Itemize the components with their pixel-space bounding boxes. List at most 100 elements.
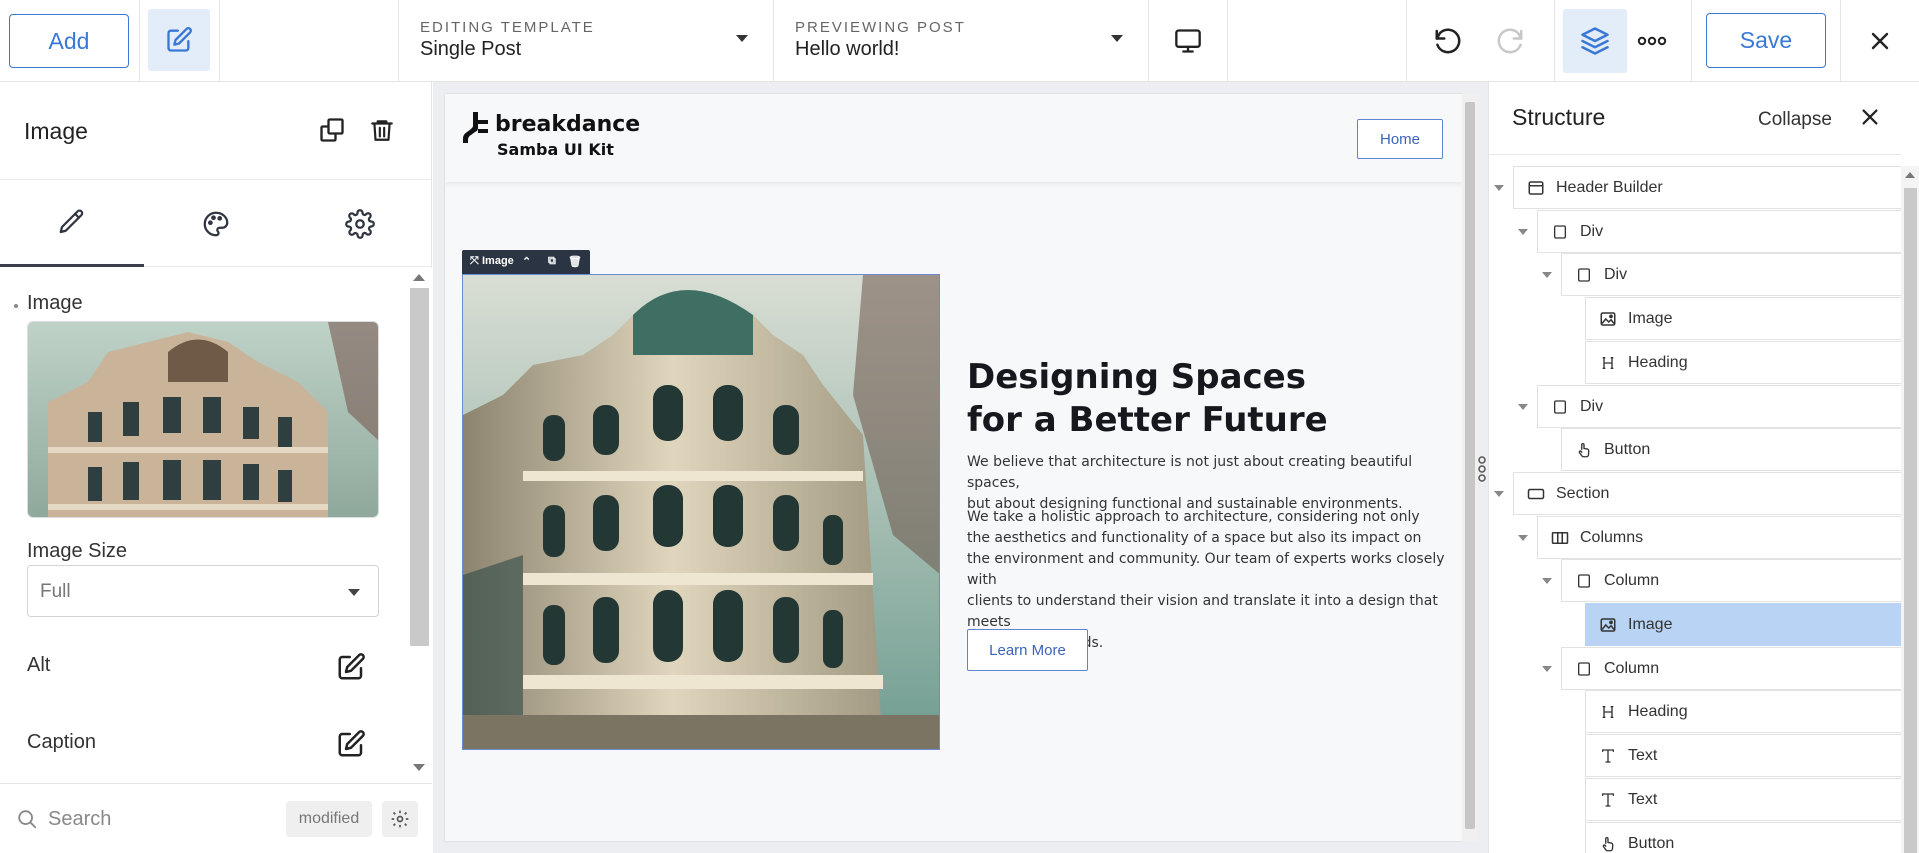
image-preview[interactable] (27, 321, 379, 518)
scroll-down-arrow[interactable] (413, 764, 425, 771)
scroll-up-arrow[interactable] (413, 274, 425, 281)
learn-more-button[interactable]: Learn More (967, 629, 1088, 671)
text-line: the environment and community. Our team … (967, 551, 1445, 588)
structure-node[interactable]: Heading (1585, 341, 1901, 384)
structure-node[interactable]: Div (1537, 385, 1901, 428)
expand-toggle[interactable] (1542, 578, 1552, 584)
structure-node[interactable]: Image (1585, 603, 1901, 646)
collapse-button[interactable]: Collapse (1758, 109, 1832, 131)
alt-edit-button[interactable] (336, 652, 366, 682)
element-toolbar-label: Image (482, 255, 514, 267)
expand-toggle[interactable] (1494, 185, 1504, 191)
drag-handle-icon (1478, 456, 1486, 482)
expand-toggle[interactable] (1518, 404, 1528, 410)
search-settings-button[interactable] (382, 801, 418, 837)
expand-toggle[interactable] (1542, 272, 1552, 278)
structure-node[interactable]: Text (1585, 734, 1901, 777)
previewing-post-label: PREVIEWING POST (795, 19, 966, 36)
edit-icon (338, 730, 365, 757)
more-options-button[interactable] (1626, 15, 1678, 67)
structure-node[interactable]: Button (1585, 822, 1901, 853)
edit-mode-button[interactable] (148, 9, 210, 71)
properties-tabs (0, 180, 432, 267)
trash-icon[interactable]: 🗑 (568, 255, 582, 268)
image-size-select[interactable]: Full (27, 565, 379, 617)
desktop-preview-button[interactable] (1162, 15, 1214, 67)
building-thumbnail (28, 322, 378, 517)
caption-edit-button[interactable] (336, 729, 366, 759)
close-editor-button[interactable] (1854, 15, 1906, 67)
structure-node-label: Header Builder (1556, 179, 1663, 196)
page-preview: breakdance Samba UI Kit Home ⤧ Image ⌃ ⧉… (445, 94, 1462, 841)
structure-node[interactable]: Column (1561, 647, 1901, 690)
site-header[interactable]: breakdance Samba UI Kit Home (445, 94, 1462, 182)
structure-toggle-button[interactable] (1563, 9, 1627, 73)
close-structure-button[interactable] (1859, 106, 1881, 133)
pencil-icon (59, 209, 84, 234)
alt-label: Alt (27, 654, 51, 676)
expand-toggle[interactable] (1518, 229, 1528, 235)
close-icon (1862, 109, 1878, 125)
tab-content[interactable] (0, 180, 144, 267)
move-icon[interactable]: ⤧ (470, 255, 479, 268)
structure-node[interactable]: Header Builder (1513, 166, 1901, 209)
add-button[interactable]: Add (9, 14, 129, 68)
modified-indicator (14, 304, 18, 308)
structure-node[interactable]: Heading (1585, 690, 1901, 733)
structure-node-label: Button (1604, 441, 1651, 458)
hero-heading[interactable]: Designing Spaces for a Better Future (967, 356, 1387, 442)
chevron-up-icon[interactable]: ⌃ (522, 255, 531, 268)
duplicate-button[interactable] (318, 116, 346, 149)
copy-icon[interactable]: ⧉ (548, 255, 556, 268)
properties-scroll-thumb[interactable] (410, 288, 429, 646)
structure-tree: Header Builder Div Div Image Heading Div Butto… (1489, 166, 1901, 853)
tab-design[interactable] (144, 180, 288, 267)
structure-node-label: Button (1628, 835, 1675, 852)
heading-icon (1598, 353, 1618, 373)
hero-text-1[interactable]: We believe that architecture is not just… (967, 452, 1447, 515)
expand-toggle[interactable] (1494, 491, 1504, 497)
structure-node[interactable]: Text (1585, 778, 1901, 821)
divider (1406, 0, 1407, 82)
chevron-down-icon (1111, 35, 1123, 42)
structure-node[interactable]: Column (1561, 559, 1901, 602)
structure-node[interactable]: Columns (1537, 516, 1901, 559)
text-line: the aesthetics and functionality of a sp… (967, 530, 1422, 546)
structure-node[interactable]: Button (1561, 428, 1901, 471)
structure-scrollbar[interactable] (1901, 166, 1919, 853)
heading-icon (1598, 702, 1618, 722)
site-logo[interactable]: breakdance Samba UI Kit (463, 112, 640, 159)
structure-node-label: Div (1580, 398, 1604, 415)
divider (773, 0, 774, 82)
panel-resize-handle[interactable] (1476, 454, 1488, 484)
redo-button[interactable] (1484, 15, 1536, 67)
expand-toggle[interactable] (1542, 666, 1552, 672)
save-button[interactable]: Save (1706, 13, 1826, 68)
expand-toggle[interactable] (1518, 535, 1528, 541)
image-size-label: Image Size (27, 540, 128, 562)
canvas-scroll-thumb[interactable] (1465, 102, 1475, 829)
search-input[interactable]: Search (48, 808, 111, 831)
scroll-up-arrow[interactable] (1905, 172, 1915, 178)
delete-button[interactable] (369, 116, 395, 149)
structure-node[interactable]: Section (1513, 472, 1901, 515)
structure-node[interactable]: Div (1537, 210, 1901, 253)
structure-node[interactable]: Image (1585, 297, 1901, 340)
columns-icon (1550, 528, 1570, 548)
text-icon (1598, 746, 1618, 766)
editing-template-dropdown[interactable]: EDITING TEMPLATE Single Post (400, 0, 772, 82)
button-icon (1574, 440, 1594, 460)
previewing-post-dropdown[interactable]: PREVIEWING POST Hello world! (775, 0, 1147, 82)
undo-button[interactable] (1422, 15, 1474, 67)
hero-image[interactable] (462, 274, 940, 750)
structure-node-label: Text (1628, 791, 1658, 808)
structure-node[interactable]: Div (1561, 253, 1901, 296)
structure-scroll-thumb[interactable] (1904, 188, 1917, 853)
undo-icon (1435, 28, 1461, 54)
close-icon (1871, 32, 1889, 50)
tab-settings[interactable] (288, 180, 432, 267)
modified-filter-button[interactable]: modified (286, 801, 372, 837)
image-size-value: Full (40, 581, 71, 602)
home-nav-button[interactable]: Home (1357, 119, 1443, 159)
structure-title: Structure (1512, 104, 1606, 130)
